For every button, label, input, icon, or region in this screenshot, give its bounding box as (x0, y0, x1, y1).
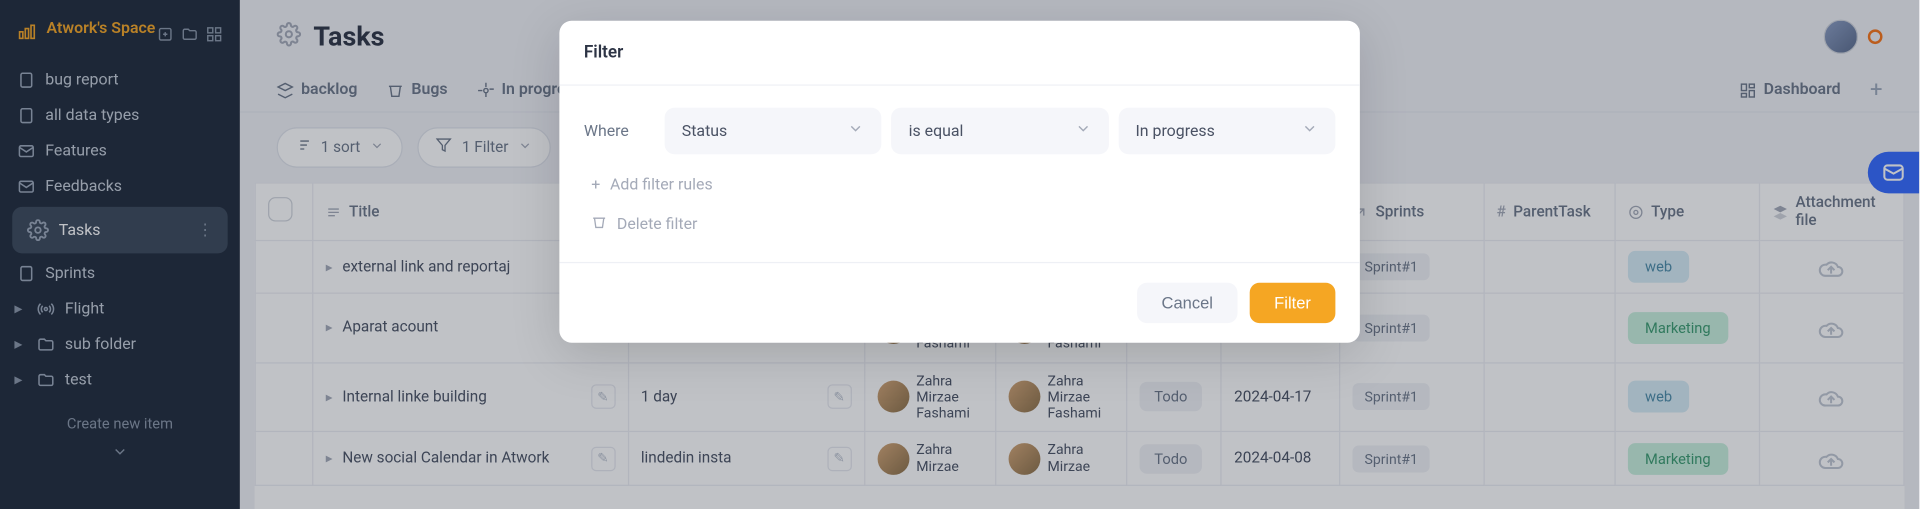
trash-icon (591, 214, 607, 235)
chevron-down-icon (847, 120, 864, 142)
filter-operator-select[interactable]: is equal (891, 108, 1108, 155)
plus-icon: + (591, 176, 600, 194)
modal-title: Filter (559, 21, 1359, 86)
modal-overlay[interactable]: Filter Where Status is equal In progress (0, 0, 1919, 509)
select-value: Status (682, 122, 727, 140)
cancel-button[interactable]: Cancel (1137, 283, 1237, 323)
add-filter-rules[interactable]: + Add filter rules (584, 166, 1336, 204)
chevron-down-icon (1301, 120, 1318, 142)
select-value: is equal (909, 122, 964, 140)
filter-field-select[interactable]: Status (665, 108, 882, 155)
where-label: Where (584, 122, 655, 140)
action-label: Delete filter (617, 215, 698, 233)
filter-modal: Filter Where Status is equal In progress (559, 21, 1359, 343)
filter-button[interactable]: Filter (1250, 283, 1336, 323)
chevron-down-icon (1074, 120, 1091, 142)
select-value: In progress (1135, 122, 1214, 140)
filter-value-select[interactable]: In progress (1118, 108, 1335, 155)
delete-filter[interactable]: Delete filter (584, 204, 1336, 244)
action-label: Add filter rules (610, 176, 713, 194)
